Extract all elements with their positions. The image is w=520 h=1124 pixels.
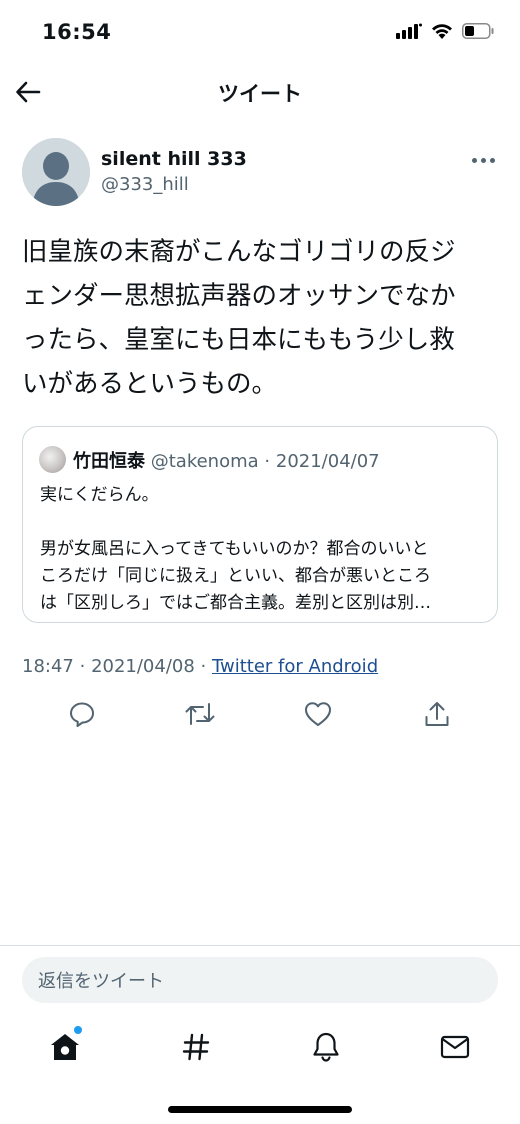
tweet-time: 18:47 [22,656,74,677]
tweet-text-line: 旧皇族の末裔がこんなゴリゴリの反ジ [22,237,456,267]
tweet-detail-screen: 16:54 ツイート silent hill 333 @333_hill 旧皇族… [0,0,520,1124]
quoted-text-line: 男が女風呂に入ってきてもいいのか？都合のいいと [40,539,429,559]
author-name[interactable]: silent hill 333 [101,148,247,170]
quoted-text-line: 実にくだらん。 [40,485,159,505]
quoted-text-line [40,509,484,536]
reply-icon [70,702,94,727]
quoted-tweet-date: 2021/04/07 [275,451,380,472]
default-avatar-icon [22,138,90,206]
heart-icon [305,702,331,726]
tab-home[interactable] [42,1024,88,1070]
tweet-text-line: ったら、皇室にも日本にももう少し救 [22,325,455,355]
share-button[interactable] [420,697,454,731]
quoted-author-avatar [39,446,66,473]
mail-icon [440,1035,470,1059]
page-title: ツイート [218,82,302,106]
home-indicator[interactable] [168,1106,352,1113]
status-bar: 16:54 [0,0,520,64]
quoted-tweet-card[interactable]: 竹田恒泰 @takenoma · 2021/04/07 実にくだらん。 男が女風… [22,426,498,623]
battery-icon [462,23,494,39]
like-button[interactable] [301,697,335,731]
bell-icon [313,1032,339,1062]
tab-explore[interactable] [173,1024,219,1070]
quoted-text-line: ころだけ「同じに扱え」といい、都合が悪いところ [40,566,431,586]
quoted-text-line: は「区別しろ」ではご都合主義。差別と区別は別… [40,593,431,613]
wifi-icon [432,24,452,39]
quoted-author-name: 竹田恒泰 [73,451,145,472]
author-handle[interactable]: @333_hill [101,174,189,195]
tweet-date: 2021/04/08 [91,656,195,677]
tweet-text-line: ェンダー思想拡声器のオッサンでなか [22,281,456,311]
retweet-button[interactable] [183,697,217,731]
tweet-actions [0,697,520,731]
top-navigation-bar: ツイート [0,64,520,120]
tab-notifications[interactable] [303,1024,349,1070]
quoted-tweet-text: 実にくだらん。 男が女風呂に入ってきてもいいのか？都合のいいと ころだけ「同じに… [40,482,484,617]
bottom-tab-bar [0,1024,520,1070]
signal-icon [396,23,422,39]
retweet-icon [185,703,215,725]
status-icons [396,22,494,40]
share-icon [425,702,449,726]
tweet-source-link[interactable]: Twitter for Android [212,656,378,677]
composer-divider [0,945,520,946]
reply-input[interactable]: 返信をツイート [22,957,498,1003]
quoted-author-handle: @takenoma [150,451,259,472]
home-icon [51,1034,79,1060]
meta-separator: · [200,656,212,677]
more-dot [480,157,486,163]
more-dot [471,157,477,163]
reply-button[interactable] [65,697,99,731]
quoted-tweet-header: 竹田恒泰 @takenoma · 2021/04/07 [73,447,380,473]
meta-separator: · [79,656,92,677]
more-options-button[interactable] [468,150,498,170]
status-time: 16:54 [42,20,112,44]
quoted-header-separator: · [264,451,271,472]
home-notification-dot [74,1026,82,1034]
tweet-text: 旧皇族の末裔がこんなゴリゴリの反ジ ェンダー思想拡声器のオッサンでなか ったら、… [22,230,498,406]
more-dot [489,157,495,163]
tweet-text-line: いがあるというもの。 [22,369,278,399]
author-avatar[interactable] [22,138,90,206]
tweet-meta-line: 18:47 · 2021/04/08 · Twitter for Android [22,656,378,677]
hashtag-icon [182,1033,210,1061]
tab-messages[interactable] [432,1024,478,1070]
